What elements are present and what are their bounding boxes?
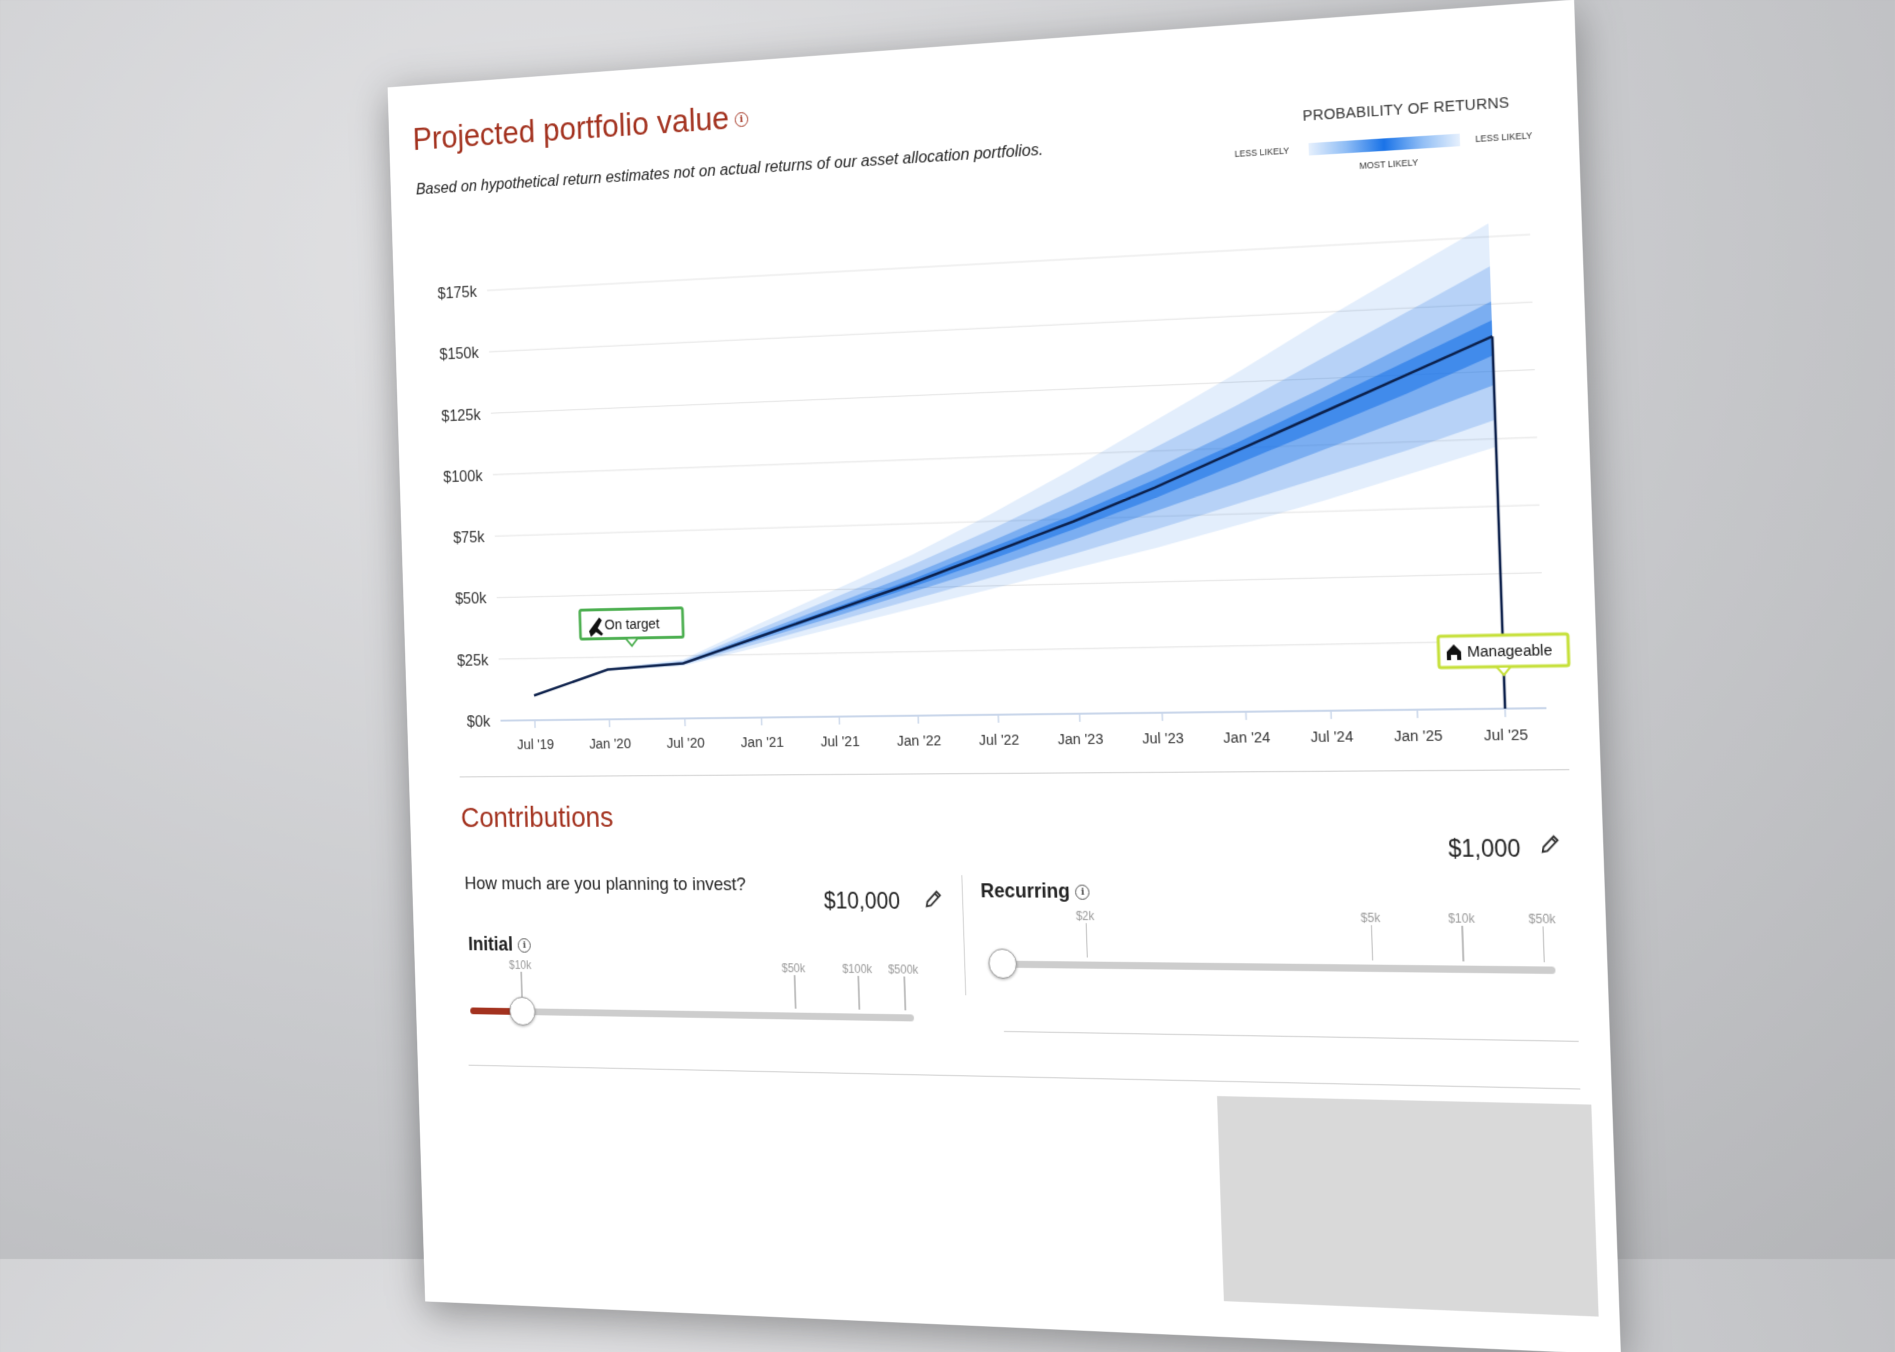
invest-question: How much are you planning to invest? bbox=[464, 874, 746, 896]
portfolio-card: Projected portfolio valuei Based on hypo… bbox=[388, 0, 1621, 1352]
initial-edit-pencil-icon[interactable] bbox=[923, 888, 944, 910]
grey-panel bbox=[1217, 1096, 1599, 1317]
slider-tick-label: $500k bbox=[888, 962, 919, 976]
initial-slider[interactable]: $10k$50k$100k$500k bbox=[470, 1007, 914, 1014]
initial-info-icon[interactable]: i bbox=[518, 938, 531, 953]
slider-track[interactable] bbox=[1002, 961, 1556, 974]
recurring-slider[interactable]: $2k$5k$10k$50k bbox=[1002, 961, 1556, 967]
x-tick-label: Jan '21 bbox=[741, 735, 785, 751]
x-tick-label: Jan '20 bbox=[589, 736, 631, 752]
x-tick-label: Jul '19 bbox=[517, 737, 554, 753]
y-tick-label: $175k bbox=[437, 282, 477, 302]
slider-tick bbox=[903, 976, 905, 1010]
slider-tick-label: $5k bbox=[1361, 911, 1381, 926]
portfolio-chart: $0k $25k $50k $75k $100k $125k $150k $175k Jul '… bbox=[410, 190, 1590, 769]
slider-tick-label: $2k bbox=[1076, 909, 1095, 923]
initial-label: Initial i bbox=[468, 934, 531, 957]
legend-title: PROBABILITY OF RETURNS bbox=[1302, 94, 1509, 125]
x-tick-label: Jul '23 bbox=[1142, 731, 1184, 748]
slider-tick bbox=[1462, 926, 1465, 962]
slider-tick-label: $10k bbox=[1448, 911, 1475, 926]
slider-tick bbox=[857, 976, 859, 1010]
y-tick-label: $0k bbox=[467, 712, 491, 731]
annotation-label: Manageable bbox=[1467, 643, 1553, 661]
slider-tick-label: $10k bbox=[509, 958, 532, 972]
recurring-label: Recurring i bbox=[980, 880, 1090, 904]
legend-most-likely: MOST LIKELY bbox=[1359, 157, 1418, 171]
slider-tick bbox=[1371, 925, 1374, 960]
x-tick-label: Jan '24 bbox=[1223, 730, 1271, 747]
x-tick-label: Jan '25 bbox=[1394, 728, 1443, 745]
x-tick-label: Jan '23 bbox=[1057, 732, 1103, 749]
contributions-vertical-divider bbox=[961, 875, 966, 995]
slider-tick-label: $50k bbox=[781, 961, 805, 975]
legend-less-likely-left: LESS LIKELY bbox=[1234, 145, 1289, 159]
annotation-pointer bbox=[626, 638, 639, 646]
gridline bbox=[487, 235, 1530, 291]
slider-tick bbox=[1085, 923, 1088, 957]
recurring-amount: $1,000 bbox=[1448, 835, 1521, 863]
x-tick-label: Jul '20 bbox=[666, 736, 705, 752]
legend-less-likely-right: LESS LIKELY bbox=[1475, 130, 1532, 144]
annotation-label: On target bbox=[604, 616, 659, 633]
page-title: Projected portfolio value i bbox=[412, 98, 748, 159]
recurring-info-icon[interactable]: i bbox=[1075, 885, 1090, 900]
slider-track[interactable] bbox=[470, 1007, 914, 1021]
legend-gradient-bar bbox=[1308, 134, 1460, 156]
gridline bbox=[499, 640, 1545, 659]
annotation-pointer bbox=[1496, 667, 1511, 676]
slider-knob[interactable] bbox=[509, 997, 536, 1026]
x-tick-label: Jul '22 bbox=[979, 732, 1020, 749]
initial-amount: $10,000 bbox=[824, 888, 901, 915]
y-tick-label: $150k bbox=[439, 344, 479, 364]
slider-tick-label: $100k bbox=[842, 962, 872, 976]
slider-tick bbox=[794, 975, 796, 1009]
x-tick-label: Jul '25 bbox=[1484, 727, 1529, 744]
y-tick-label: $50k bbox=[455, 589, 487, 608]
recurring-label-text: Recurring bbox=[980, 880, 1070, 903]
y-tick-label: $75k bbox=[453, 528, 485, 547]
slider-tick bbox=[1542, 926, 1545, 962]
y-tick-label: $100k bbox=[443, 466, 483, 486]
x-tick-label: Jul '24 bbox=[1310, 729, 1353, 746]
x-axis-line bbox=[500, 708, 1546, 721]
bottom-divider bbox=[469, 1065, 1581, 1090]
slider-tick-label: $50k bbox=[1528, 912, 1555, 927]
initial-label-text: Initial bbox=[468, 934, 513, 955]
contributions-title: Contributions bbox=[460, 802, 613, 835]
probability-legend: PROBABILITY OF RETURNS LESS LIKELY LESS … bbox=[1233, 91, 1549, 194]
y-tick-label: $25k bbox=[457, 651, 489, 670]
title-text: Projected portfolio value bbox=[412, 99, 729, 157]
info-icon[interactable]: i bbox=[734, 111, 748, 127]
x-tick-label: Jul '21 bbox=[820, 734, 860, 750]
chart-divider bbox=[460, 769, 1570, 777]
x-tick-label: Jan '22 bbox=[897, 733, 942, 750]
recurring-edit-pencil-icon[interactable] bbox=[1538, 833, 1562, 856]
recurring-divider bbox=[1004, 1031, 1579, 1042]
slider-knob[interactable] bbox=[988, 948, 1017, 978]
y-tick-label: $125k bbox=[441, 405, 481, 425]
